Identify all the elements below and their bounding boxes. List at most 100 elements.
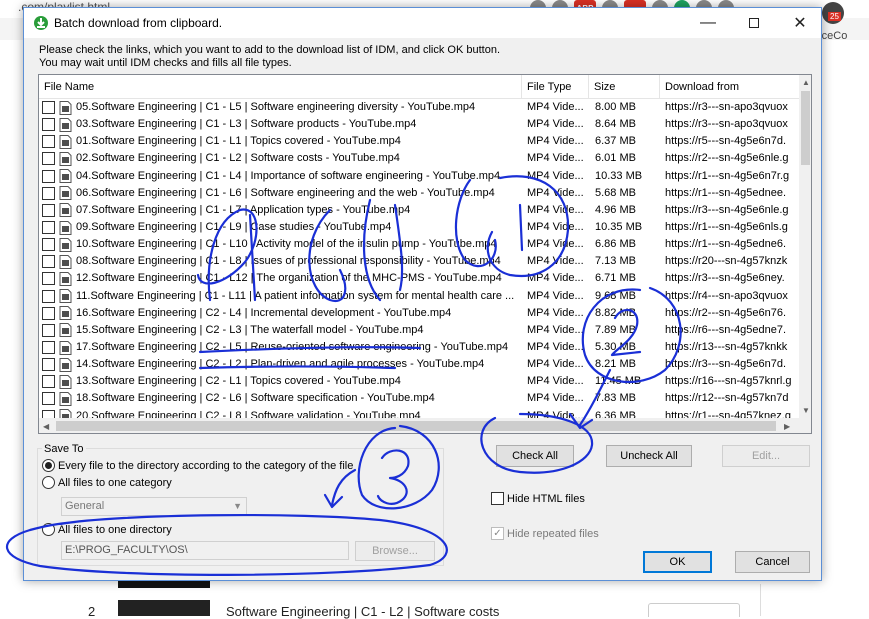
file-icon (59, 117, 72, 132)
radio-one-category[interactable]: All files to one category (42, 476, 172, 489)
row-checkbox[interactable] (42, 203, 55, 217)
table-row[interactable]: 05.Software Engineering | C1 - L5 | Soft… (39, 99, 799, 116)
column-size[interactable]: Size (589, 75, 660, 99)
dialog-titlebar[interactable]: Batch download from clipboard. — ✕ (24, 8, 821, 38)
radio-category-directory[interactable]: Every file to the directory according to… (42, 459, 353, 472)
table-row[interactable]: 07.Software Engineering | C1 - L7 | Appl… (39, 202, 799, 219)
scroll-down-icon[interactable]: ▼ (802, 406, 810, 415)
column-download-from[interactable]: Download from (660, 75, 799, 99)
edit-button[interactable]: Edit... (722, 445, 810, 467)
close-button[interactable]: ✕ (777, 8, 823, 38)
table-row[interactable]: 16.Software Engineering | C2 - L4 | Incr… (39, 305, 799, 322)
file-name-cell: 14.Software Engineering | C2 - L2 | Plan… (39, 356, 522, 373)
file-list[interactable]: File Name File Type Size Download from 0… (38, 74, 812, 434)
minimize-button[interactable]: — (685, 8, 731, 38)
row-checkbox[interactable] (42, 272, 55, 286)
row-checkbox[interactable] (42, 186, 55, 200)
category-select[interactable]: General ▼ (61, 497, 247, 516)
file-size: 8.82 MB (595, 306, 636, 319)
download-from: https://r3---sn-4g5e6n7d. (665, 358, 787, 371)
row-checkbox[interactable] (42, 375, 55, 389)
file-name: 01.Software Engineering | C1 - L1 | Topi… (76, 135, 401, 148)
uncheck-all-button[interactable]: Uncheck All (606, 445, 692, 467)
checkbox[interactable] (491, 492, 504, 505)
check-all-button[interactable]: Check All (496, 445, 574, 467)
close-icon: ✕ (793, 15, 807, 32)
file-name: 13.Software Engineering | C2 - L1 | Topi… (76, 375, 401, 388)
table-row[interactable]: 01.Software Engineering | C1 - L1 | Topi… (39, 133, 799, 150)
file-icon (59, 374, 72, 389)
row-checkbox[interactable] (42, 238, 55, 252)
video-thumbnail[interactable] (118, 600, 210, 616)
file-name: 14.Software Engineering | C2 - L2 | Plan… (76, 358, 485, 371)
maximize-button[interactable] (731, 8, 777, 38)
vertical-scroll-thumb[interactable] (801, 91, 810, 165)
column-file-name[interactable]: File Name (39, 75, 522, 99)
ok-button[interactable]: OK (643, 551, 712, 573)
row-checkbox[interactable] (42, 306, 55, 320)
download-from: https://r4---sn-apo3qvuox (665, 289, 788, 302)
download-from: https://r1---sn-4g5e6nls.g (665, 221, 788, 234)
hide-repeated-checkbox[interactable]: ✓ Hide repeated files (491, 527, 599, 540)
file-type: MP4 Vide... (527, 255, 584, 268)
checkbox[interactable]: ✓ (491, 527, 504, 540)
file-size: 10.35 MB (595, 221, 643, 234)
row-checkbox[interactable] (42, 255, 55, 269)
row-checkbox[interactable] (42, 221, 55, 235)
playlist-row-title[interactable]: Software Engineering | C1 - L2 | Softwar… (226, 604, 499, 619)
table-row[interactable]: 11.Software Engineering | C1 - L11 | A p… (39, 288, 799, 305)
table-row[interactable]: 03.Software Engineering | C1 - L3 | Soft… (39, 116, 799, 133)
radio-button[interactable] (42, 476, 55, 489)
file-icon (59, 134, 72, 149)
row-checkbox[interactable] (42, 152, 55, 166)
row-checkbox[interactable] (42, 358, 55, 372)
scroll-up-icon[interactable]: ▲ (802, 78, 810, 87)
column-file-type[interactable]: File Type (522, 75, 589, 99)
file-size: 5.68 MB (595, 186, 636, 199)
table-row[interactable]: 12.Software Engineering | C1 - L12 | The… (39, 270, 799, 287)
file-type: MP4 Vide... (527, 118, 584, 131)
scroll-left-icon[interactable]: ◀ (43, 422, 49, 431)
row-checkbox[interactable] (42, 135, 55, 149)
row-checkbox[interactable] (42, 392, 55, 406)
row-checkbox[interactable] (42, 289, 55, 303)
table-row[interactable]: 09.Software Engineering | C1 - L9 | Case… (39, 219, 799, 236)
row-checkbox[interactable] (42, 118, 55, 132)
playlist-row-button[interactable] (648, 603, 740, 617)
row-checkbox[interactable] (42, 341, 55, 355)
category-value: General (65, 500, 105, 512)
table-row[interactable]: 14.Software Engineering | C2 - L2 | Plan… (39, 356, 799, 373)
table-row[interactable]: 08.Software Engineering | C1 - L8 | Issu… (39, 253, 799, 270)
row-checkbox[interactable] (42, 169, 55, 183)
chevron-down-icon: ▼ (233, 501, 242, 511)
minimize-icon: — (700, 14, 716, 31)
file-name-cell: 11.Software Engineering | C1 - L11 | A p… (39, 288, 522, 305)
file-size: 8.21 MB (595, 358, 636, 371)
table-row[interactable]: 04.Software Engineering | C1 - L4 | Impo… (39, 168, 799, 185)
file-name: 18.Software Engineering | C2 - L6 | Soft… (76, 392, 435, 405)
table-row[interactable]: 06.Software Engineering | C1 - L6 | Soft… (39, 185, 799, 202)
scroll-corner (799, 418, 811, 433)
cancel-button[interactable]: Cancel (735, 551, 810, 573)
horizontal-scroll-thumb[interactable] (56, 421, 776, 431)
row-checkbox[interactable] (42, 323, 55, 337)
checkbox-label: Hide HTML files (507, 492, 585, 505)
directory-input[interactable]: E:\PROG_FACULTY\OS\ (61, 541, 349, 560)
table-row[interactable]: 10.Software Engineering | C1 - L10 | Act… (39, 236, 799, 253)
table-row[interactable]: 17.Software Engineering | C2 - L5 | Reus… (39, 339, 799, 356)
file-name-cell: 13.Software Engineering | C2 - L1 | Topi… (39, 373, 522, 390)
table-row[interactable]: 15.Software Engineering | C2 - L3 | The … (39, 322, 799, 339)
file-list-header: File Name File Type Size Download from (39, 75, 799, 99)
table-row[interactable]: 13.Software Engineering | C2 - L1 | Topi… (39, 373, 799, 390)
download-from: https://r3---sn-apo3qvuox (665, 101, 788, 114)
file-name-cell: 07.Software Engineering | C1 - L7 | Appl… (39, 202, 522, 219)
hide-html-checkbox[interactable]: Hide HTML files (491, 492, 585, 505)
scroll-right-icon[interactable]: ▶ (784, 422, 790, 431)
radio-button[interactable] (42, 523, 55, 536)
browse-button[interactable]: Browse... (355, 541, 435, 561)
radio-one-directory[interactable]: All files to one directory (42, 523, 172, 536)
row-checkbox[interactable] (42, 101, 55, 115)
table-row[interactable]: 02.Software Engineering | C1 - L2 | Soft… (39, 150, 799, 167)
table-row[interactable]: 18.Software Engineering | C2 - L6 | Soft… (39, 390, 799, 407)
radio-button[interactable] (42, 459, 55, 472)
